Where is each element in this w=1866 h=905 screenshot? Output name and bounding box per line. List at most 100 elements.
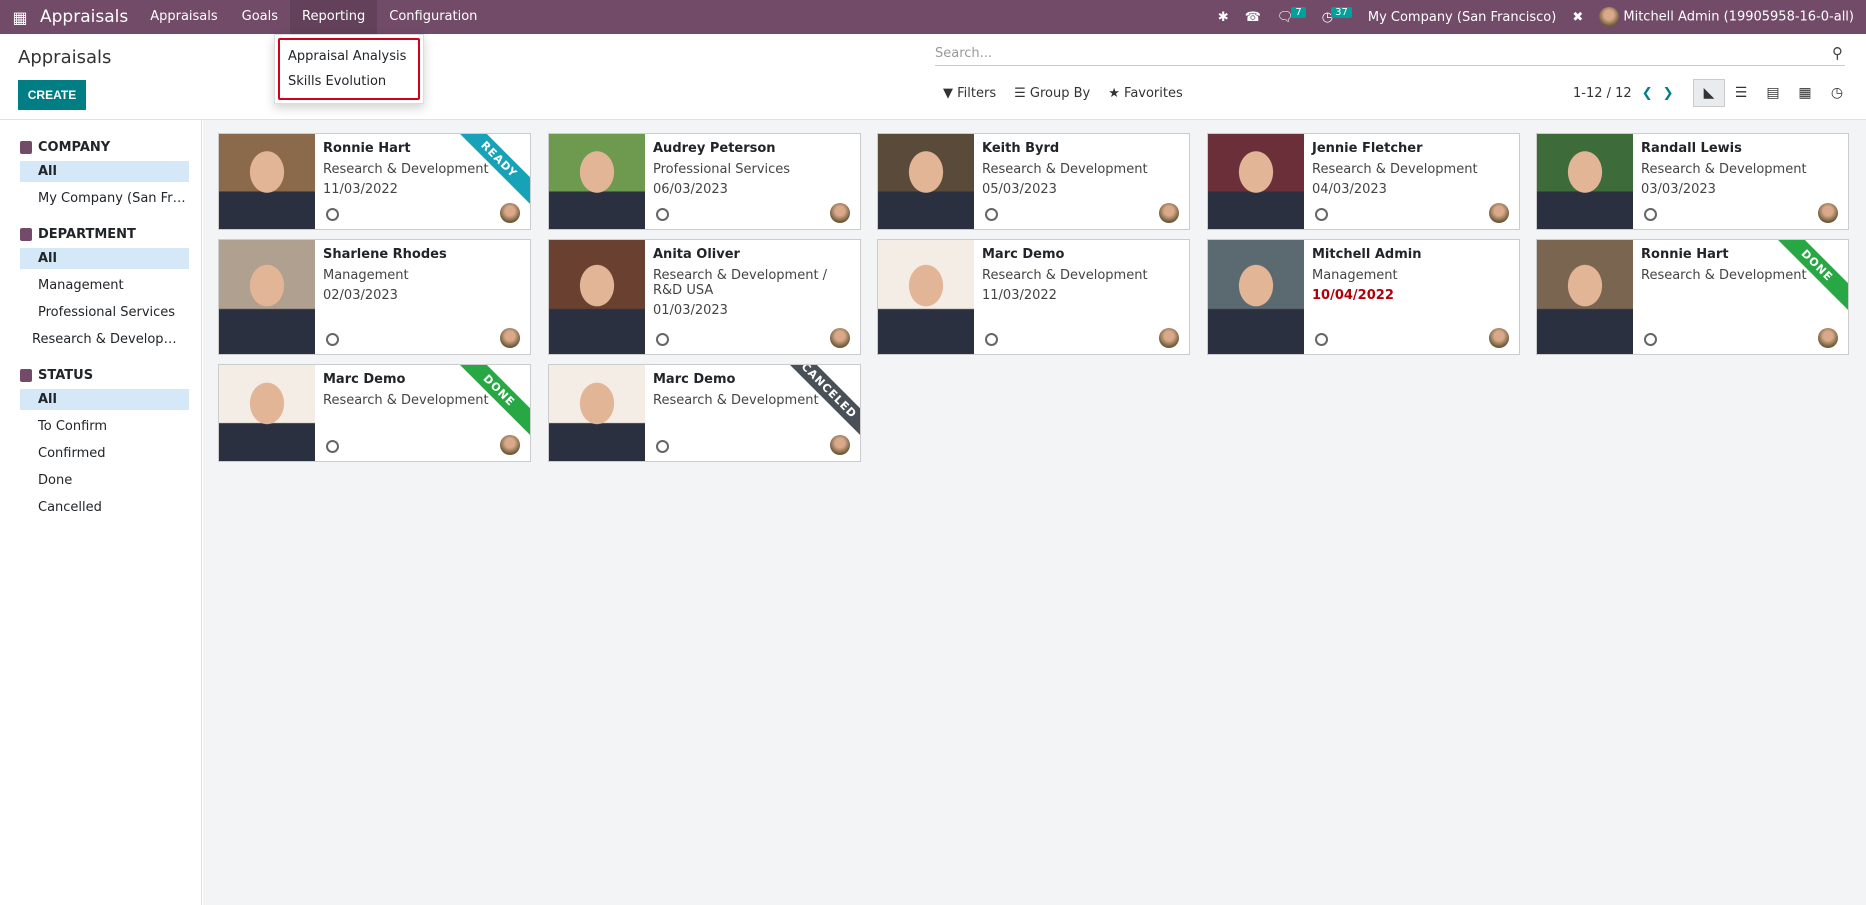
kanban-card[interactable]: Ronnie Hart Research & Development 11/03/2… (218, 133, 531, 230)
menu-item-appraisal-analysis[interactable]: Appraisal Analysis (280, 44, 418, 69)
kanban-view-icon[interactable]: ◣ (1693, 79, 1725, 107)
menu-goals[interactable]: Goals (230, 0, 290, 34)
card-line: Professional Services (653, 162, 791, 177)
kanban-view: Ronnie Hart Research & Development 11/03/2… (203, 120, 1866, 905)
card-line: 02/03/2023 (323, 288, 398, 303)
bug-icon[interactable]: ✱ (1218, 10, 1229, 25)
activity-button[interactable]: ◷ 37 (1322, 6, 1352, 25)
activity-clock-icon[interactable] (1644, 208, 1657, 221)
manager-avatar (1159, 328, 1179, 348)
kanban-card[interactable]: Ronnie Hart Research & Development DONE (1536, 239, 1849, 355)
pager-prev-icon[interactable]: ❮ (1642, 86, 1653, 101)
card-line: 03/03/2023 (1641, 182, 1716, 197)
kanban-card[interactable]: Marc Demo Research & Development 11/03/202… (877, 239, 1190, 355)
card-line: Research & Development (982, 268, 1148, 283)
card-line: 11/03/2022 (982, 288, 1057, 303)
kanban-card[interactable]: Marc Demo Research & Development DONE (218, 364, 531, 462)
activity-clock-view-icon[interactable]: ◷ (1821, 79, 1853, 107)
activity-count-badge: 37 (1331, 6, 1352, 18)
activity-clock-icon[interactable] (326, 333, 339, 346)
kanban-card[interactable]: Sharlene Rhodes Management 02/03/2023 (218, 239, 531, 355)
filter-item[interactable]: Research & Development (20, 329, 189, 350)
activity-clock-icon[interactable] (656, 208, 669, 221)
company-icon (20, 141, 32, 154)
user-name: Mitchell Admin (19905958-16-0-all) (1623, 9, 1854, 25)
activity-clock-icon[interactable] (1315, 333, 1328, 346)
menu-configuration[interactable]: Configuration (377, 0, 489, 34)
activity-clock-icon[interactable] (326, 440, 339, 453)
manager-avatar (1159, 203, 1179, 223)
filter-item[interactable]: All (20, 248, 189, 269)
company-switcher[interactable]: My Company (San Francisco) (1368, 10, 1556, 25)
manager-avatar (830, 203, 850, 223)
employee-photo (549, 240, 645, 354)
reporting-dropdown: Appraisal Analysis Skills Evolution (274, 34, 424, 104)
group-by-button[interactable]: ☰ Group By (1014, 86, 1090, 101)
filter-item[interactable]: Cancelled (20, 497, 189, 518)
employee-photo (878, 240, 974, 354)
activity-view-icon[interactable]: ▤ (1757, 79, 1789, 107)
create-button[interactable]: CREATE (18, 80, 86, 110)
kanban-card[interactable]: Marc Demo Research & Development CANCELED (548, 364, 861, 462)
employee-photo (1208, 134, 1304, 229)
pager-value[interactable]: 1-12 / 12 (1573, 86, 1632, 101)
filter-item[interactable]: All (20, 389, 189, 410)
filter-item[interactable]: Confirmed (20, 443, 189, 464)
activity-clock-icon[interactable] (1644, 333, 1657, 346)
kanban-card[interactable]: Audrey Peterson Professional Services 06/0… (548, 133, 861, 230)
kanban-card[interactable]: Anita Oliver Research & Development / R&D… (548, 239, 861, 355)
activity-clock-icon[interactable] (656, 440, 669, 453)
filter-section-status: STATUS All To Confirm Confirmed Done Cancelle… (0, 368, 201, 518)
pager-next-icon[interactable]: ❯ (1663, 86, 1674, 101)
activity-clock-icon[interactable] (985, 208, 998, 221)
favorites-button[interactable]: ★ Favorites (1108, 86, 1183, 101)
chat-button[interactable]: 🗨 7 (1277, 6, 1306, 25)
employee-name: Sharlene Rhodes (323, 247, 447, 262)
section-header: COMPANY (0, 140, 201, 155)
kanban-card[interactable]: Mitchell Admin Management 10/04/2022 (1207, 239, 1520, 355)
app-title[interactable]: Appraisals (40, 7, 128, 27)
employee-photo (878, 134, 974, 229)
filter-item[interactable]: To Confirm (20, 416, 189, 437)
filter-item[interactable]: My Company (San Francisco) (20, 188, 189, 209)
menu-reporting[interactable]: Reporting (290, 0, 378, 34)
card-line: 04/03/2023 (1312, 182, 1387, 197)
apps-grid-icon[interactable]: ▦ (0, 8, 40, 27)
phone-icon[interactable]: ☎ (1245, 10, 1261, 25)
kanban-card[interactable]: Jennie Fletcher Research & Development 04/… (1207, 133, 1520, 230)
employee-name: Jennie Fletcher (1312, 141, 1423, 156)
employee-name: Mitchell Admin (1312, 247, 1422, 262)
activity-clock-icon[interactable] (656, 333, 669, 346)
section-header: STATUS (0, 368, 201, 383)
menu-appraisals[interactable]: Appraisals (138, 0, 229, 34)
calendar-view-icon[interactable]: ▦ (1789, 79, 1821, 107)
section-title: STATUS (38, 368, 94, 383)
menu-item-skills-evolution[interactable]: Skills Evolution (280, 69, 418, 94)
card-line: Research & Development (982, 162, 1148, 177)
employee-name: Anita Oliver (653, 247, 740, 262)
activity-clock-icon[interactable] (985, 333, 998, 346)
activity-clock-icon[interactable] (326, 208, 339, 221)
department-icon (20, 228, 32, 241)
employee-name: Audrey Peterson (653, 141, 776, 156)
filter-item[interactable]: Professional Services (20, 302, 189, 323)
tools-icon[interactable]: ✖ (1572, 10, 1583, 25)
manager-avatar (830, 435, 850, 455)
kanban-card[interactable]: Keith Byrd Research & Development 05/03/20… (877, 133, 1190, 230)
filter-item[interactable]: All (20, 161, 189, 182)
user-menu[interactable]: Mitchell Admin (19905958-16-0-all) (1599, 7, 1854, 27)
kanban-card[interactable]: Randall Lewis Research & Development 03/03… (1536, 133, 1849, 230)
list-view-icon[interactable]: ☰ (1725, 79, 1757, 107)
filter-section-department: DEPARTMENT All Management Professional Serv… (0, 227, 201, 350)
search-input[interactable]: Search... ⚲ (935, 42, 1845, 66)
search-icon[interactable]: ⚲ (1832, 44, 1843, 62)
navbar: ▦ Appraisals Appraisals Goals Reporting … (0, 0, 1866, 34)
employee-photo (1537, 134, 1633, 229)
filter-item[interactable]: Done (20, 470, 189, 491)
filter-item[interactable]: Management (20, 275, 189, 296)
employee-name: Keith Byrd (982, 141, 1060, 156)
filters-button[interactable]: ▼ Filters (943, 86, 996, 101)
group-by-label: Group By (1029, 86, 1091, 101)
activity-clock-icon[interactable] (1315, 208, 1328, 221)
card-line: Management (323, 268, 409, 283)
